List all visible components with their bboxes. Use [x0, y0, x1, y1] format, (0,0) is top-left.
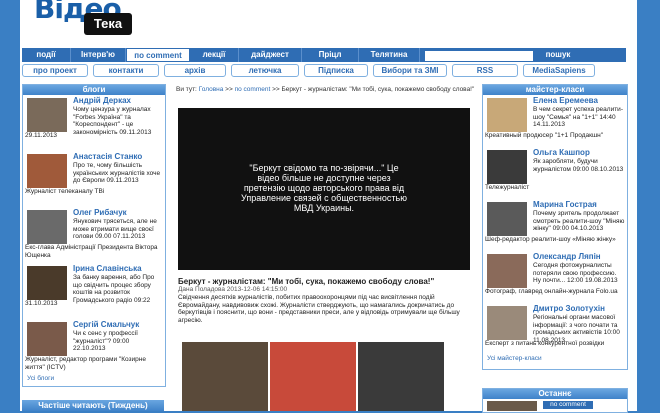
author-name[interactable]: Анастасія Станко: [73, 152, 142, 161]
entry-note: Шеф-редактор реалити-шоу «Міняю жінку»: [485, 236, 616, 243]
entry-title[interactable]: Чи є сенс у профессії "журналіст"? 09:00…: [73, 330, 163, 353]
secondary-nav: про проект контакти архів летючка Підписка Ви…: [22, 64, 626, 77]
site-logo[interactable]: Відео Тека: [34, 0, 144, 40]
list-item: Ольга Кашпор Як заробляти, будучи журналі…: [483, 147, 627, 199]
list-item: Олександр Ляпін Сегодня фотожурналисты по…: [483, 251, 627, 303]
entry-note: Журналіст телеканалу ТВі: [25, 188, 105, 195]
entry-title[interactable]: Янукович трясеться, але не може втримати…: [73, 218, 163, 241]
subnav-item-7[interactable]: MediaSapiens: [523, 64, 595, 77]
list-item: Ірина Славінська За банку варення, або Пр…: [23, 263, 165, 319]
all-blogs-link[interactable]: Усі блоги: [23, 375, 165, 382]
author-photo[interactable]: [487, 98, 527, 132]
author-photo[interactable]: [487, 254, 527, 288]
subnav-item-1[interactable]: контакти: [93, 64, 159, 77]
list-item: Марина Гострая Почему зритель продолжает …: [483, 199, 627, 251]
author-photo[interactable]: [27, 98, 67, 132]
entry-title[interactable]: Про те, чому більшість українських журна…: [73, 162, 163, 185]
list-item: Елена Еремеева В чем секрет успеха реалит…: [483, 95, 627, 147]
entry-note: Екс-глава Адміністрації Президента Вікто…: [25, 244, 158, 259]
entry-title[interactable]: В чем секрет успеха реалити-шоу "Семья" …: [533, 106, 625, 129]
list-item: Анастасія Станко Про те, чому більшість у…: [23, 151, 165, 207]
entry-title[interactable]: Як заробляти, будучи журналістом 09:00 0…: [533, 158, 625, 173]
latest-thumb[interactable]: [487, 401, 537, 411]
author-name[interactable]: Дмитро Золотухін: [533, 304, 605, 313]
breadcrumb: Ви тут: Головна >> по comment >> Беркут …: [176, 86, 475, 93]
primary-nav: події Інтерв'ю по comment лекції дайджест Прі…: [22, 48, 626, 62]
breadcrumb-current: Беркут - журналістам: "Ми тобі, сука, по…: [281, 86, 475, 93]
author-photo[interactable]: [27, 154, 67, 188]
author-name[interactable]: Олександр Ляпін: [533, 252, 601, 261]
subnav-item-5[interactable]: Вибори та ЗМІ: [373, 64, 447, 77]
nav-item-5[interactable]: Пріцл: [302, 48, 359, 62]
entry-note: 29.11.2013: [25, 132, 58, 139]
nav-item-6[interactable]: Телятина: [359, 48, 420, 62]
entry-note: Креативный продюсер "1+1 Продакшн": [485, 132, 604, 139]
video-unavailable-message: "Беркут свідомо та по-звірячи..." Це від…: [241, 163, 407, 213]
article-photos: [182, 342, 444, 411]
list-item: Андрій Дерках Чому цензура у журналах "Fo…: [23, 95, 165, 151]
blogs-panel: блоги Андрій Дерках Чому цензура у журнал…: [22, 84, 166, 387]
subnav-item-6[interactable]: RSS: [452, 64, 518, 77]
entry-note: Фотограф, главред онлайн-журнала Folo.ua: [485, 288, 618, 295]
author-name[interactable]: Елена Еремеева: [533, 96, 598, 105]
author-name[interactable]: Олег Рибачук: [73, 208, 127, 217]
search-input[interactable]: [424, 50, 534, 62]
list-item: Сергій Смальчук Чи є сенс у профессії "жу…: [23, 319, 165, 375]
entry-note: Журналіст, редактор програми "Козирне жи…: [25, 356, 146, 371]
most-read-header: Частіше читають (Тиждень): [22, 400, 164, 411]
list-item: Дмитро Золотухін Регіональні органи масов…: [483, 303, 627, 355]
entry-title[interactable]: Сегодня фотожурналисты потеряли свою про…: [533, 262, 625, 285]
search-button[interactable]: пошук: [538, 48, 578, 62]
subnav-item-0[interactable]: про проект: [22, 64, 88, 77]
author-name[interactable]: Ольга Кашпор: [533, 148, 590, 157]
entry-note: 31.10.2013: [25, 300, 58, 307]
entry-note: Тележурналіст: [485, 184, 530, 191]
subnav-item-2[interactable]: архів: [164, 64, 226, 77]
video-player[interactable]: "Беркут свідомо та по-звірячи..." Це від…: [178, 108, 470, 270]
article-body: Свідчення десятків журналістів, побитих …: [178, 294, 460, 324]
list-item: Олег Рибачук Янукович трясеться, але не м…: [23, 207, 165, 263]
author-photo[interactable]: [487, 150, 527, 184]
author-photo[interactable]: [27, 266, 67, 300]
article-photo[interactable]: [358, 342, 444, 411]
author-name[interactable]: Сергій Смальчук: [73, 320, 139, 329]
breadcrumb-home[interactable]: Головна: [199, 86, 224, 93]
nav-item-0[interactable]: події: [22, 48, 71, 62]
article-photo[interactable]: [182, 342, 268, 411]
author-name[interactable]: Ірина Славінська: [73, 264, 142, 273]
latest-title: Останнє: [483, 389, 627, 399]
subnav-item-3[interactable]: летючка: [231, 64, 299, 77]
article-photo[interactable]: [270, 342, 356, 411]
latest-panel: Останнє no comment: [482, 388, 628, 413]
subnav-item-4[interactable]: Підписка: [304, 64, 368, 77]
nav-item-1[interactable]: Інтерв'ю: [71, 48, 126, 62]
masterclass-title: майстер-класи: [483, 85, 627, 95]
nav-item-2[interactable]: по comment: [126, 48, 190, 62]
article-title[interactable]: Беркут - журналістам: "Ми тобі, сука, по…: [178, 277, 434, 286]
author-name[interactable]: Андрій Дерках: [73, 96, 131, 105]
author-photo[interactable]: [27, 322, 67, 356]
author-photo[interactable]: [27, 210, 67, 244]
blogs-title: блоги: [23, 85, 165, 95]
nav-item-4[interactable]: дайджест: [239, 48, 302, 62]
author-photo[interactable]: [487, 306, 527, 340]
article-meta: Дана Поладова 2013-12-06 14:15:00: [178, 286, 288, 293]
entry-note: Експерт з питань конкурентної розвідки: [485, 340, 605, 347]
breadcrumb-section[interactable]: по comment: [235, 86, 271, 93]
all-masterclasses-link[interactable]: Усі майстер-класи: [483, 355, 627, 362]
logo-text-badge: Тека: [84, 13, 132, 35]
author-name[interactable]: Марина Гострая: [533, 200, 597, 209]
nav-item-3[interactable]: лекції: [190, 48, 239, 62]
masterclass-panel: майстер-класи Елена Еремеева В чем секрет…: [482, 84, 628, 370]
entry-title[interactable]: Почему зритель продолжает смотреть реали…: [533, 210, 625, 233]
latest-tag[interactable]: no comment: [543, 401, 593, 409]
author-photo[interactable]: [487, 202, 527, 236]
article-column: Ви тут: Головна >> по comment >> Беркут …: [176, 84, 478, 411]
